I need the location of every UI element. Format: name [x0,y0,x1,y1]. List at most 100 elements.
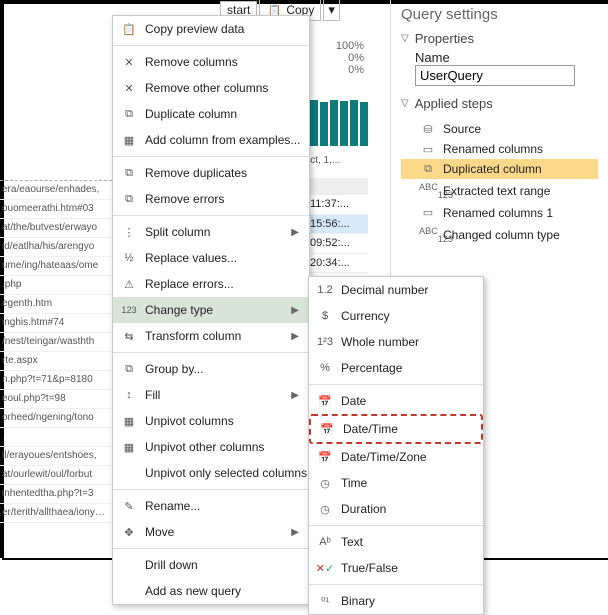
type-currency[interactable]: $Currency [309,303,483,329]
chevron-right-icon: ▶ [291,227,299,238]
url-cell[interactable]: id/eatlha/his/arengyo [0,238,112,257]
copy-icon: 📋 [121,21,137,37]
type-icon: 123 [121,302,137,318]
unpivot-icon: ▦ [121,413,137,429]
menu-unpivot-selected[interactable]: Unpivot only selected columns [113,460,309,486]
url-cell[interactable]: eoul.php?t=98 [0,390,112,409]
menu-split[interactable]: ⋮Split column▶ [113,219,309,245]
url-cell[interactable]: .php [0,276,112,295]
duplicate-icon: ⧉ [419,163,437,176]
step-changed-type[interactable]: ABC123Changed column type [401,223,598,247]
chevron-right-icon: ▶ [291,527,299,538]
bool-icon: ✕✓ [317,560,333,576]
menu-fill[interactable]: ↕Fill▶ [113,382,309,408]
menu-copy-preview[interactable]: 📋Copy preview data [113,16,309,42]
remove-other-icon: ✕ [121,80,137,96]
url-cell[interactable]: at/the/butvest/erwayo [0,219,112,238]
distribution-bars [310,100,368,146]
percent-icon: % [317,360,333,376]
whole-icon: 1²3 [317,334,333,350]
url-column: era/eaourse/enhades,ouomeerathi.htm#03at… [0,180,112,558]
type-decimal[interactable]: 1.2Decimal number [309,277,483,303]
step-renamed2[interactable]: ▭Renamed columns 1 [401,203,598,223]
binary-icon: ⁰¹ [317,593,333,609]
unpivot-other-icon: ▦ [121,439,137,455]
menu-duplicate[interactable]: ⧉Duplicate column [113,101,309,127]
url-cell[interactable]: orheed/ngening/tono [0,409,112,428]
menu-replace-errors[interactable]: ⚠Replace errors... [113,271,309,297]
url-cell[interactable]: inhentedtha.php?t=3 [0,485,112,504]
url-cell[interactable]: era/eaourse/enhades, [0,181,112,200]
extract-icon: ABC123 [419,182,437,200]
query-settings-title: Query settings [401,6,598,23]
fill-icon: ↕ [121,387,137,403]
url-cell[interactable]: ouomeerathi.htm#03 [0,200,112,219]
currency-icon: $ [317,308,333,324]
mini-stats: 100% 0% 0% [308,40,364,76]
step-renamed[interactable]: ▭Renamed columns [401,139,598,159]
type-submenu: 1.2Decimal number $Currency 1²3Whole num… [308,276,484,615]
url-cell[interactable]: n.php?t=71&p=8180 [0,371,112,390]
menu-change-type[interactable]: 123Change type▶ [113,297,309,323]
rename-icon: ▭ [419,143,437,156]
step-source[interactable]: ⛁Source [401,119,598,139]
type-truefalse[interactable]: ✕✓True/False [309,555,483,581]
menu-drill[interactable]: Drill down [113,552,309,578]
type-whole[interactable]: 1²3Whole number [309,329,483,355]
duration-icon: ◷ [317,501,333,517]
menu-rename[interactable]: ✎Rename... [113,493,309,519]
properties-section[interactable]: ▽Properties [401,31,598,46]
decimal-icon: 1.2 [317,282,333,298]
menu-replace-values[interactable]: ½Replace values... [113,245,309,271]
type-time[interactable]: ◷Time [309,470,483,496]
rename-icon: ✎ [121,498,137,514]
type-datetimezone[interactable]: 📅Date/Time/Zone [309,444,483,470]
url-cell[interactable]: . [0,428,112,447]
step-duplicated[interactable]: ⧉Duplicated column [401,159,598,179]
step-extracted[interactable]: ABC123Extracted text range [401,179,598,203]
menu-remove-errors[interactable]: ⧉Remove errors [113,186,309,212]
move-icon: ✥ [121,524,137,540]
menu-unpivot-other[interactable]: ▦Unpivot other columns [113,434,309,460]
menu-move[interactable]: ✥Move▶ [113,519,309,545]
add-column-icon: ▦ [121,132,137,148]
url-cell[interactable]: rte.aspx [0,352,112,371]
type-duration[interactable]: ◷Duration [309,496,483,522]
group-icon: ⧉ [121,361,137,377]
replace-icon: ½ [121,250,137,266]
menu-transform[interactable]: ⇆Transform column▶ [113,323,309,349]
type-percentage[interactable]: %Percentage [309,355,483,381]
time-icon: ◷ [317,475,333,491]
datetime-icon: 📅 [319,421,335,437]
type-text[interactable]: AᵇText [309,529,483,555]
menu-remove-columns[interactable]: ✕Remove columns [113,49,309,75]
type-binary[interactable]: ⁰¹Binary [309,588,483,614]
applied-steps-section[interactable]: ▽Applied steps [401,96,598,111]
context-menu: 📋Copy preview data ✕Remove columns ✕Remo… [112,15,310,605]
type-date[interactable]: 📅Date [309,388,483,414]
text-icon: Aᵇ [317,534,333,550]
query-name-input[interactable] [415,65,575,86]
menu-remove-dups[interactable]: ⧉Remove duplicates [113,160,309,186]
url-cell[interactable]: er/terith/allthaea/ionyouarewa/ [0,504,112,523]
menu-add-query[interactable]: Add as new query [113,578,309,604]
copy-dropdown[interactable]: ▾ [323,0,340,21]
type-datetime[interactable]: 📅Date/Time [309,414,483,444]
url-cell[interactable]: /nest/teingar/wasthth [0,333,112,352]
type-icon: ABC123 [419,226,437,244]
rename-icon: ▭ [419,206,437,219]
caret-icon: ▽ [401,98,409,109]
url-cell[interactable]: il/erayoues/entshoes, [0,447,112,466]
url-cell[interactable]: at/ourlewit/oul/forbut [0,466,112,485]
remove-column-icon: ✕ [121,54,137,70]
menu-unpivot[interactable]: ▦Unpivot columns [113,408,309,434]
chevron-right-icon: ▶ [291,331,299,342]
url-cell[interactable]: ume/ing/hateaas/ome [0,257,112,276]
name-label: Name [415,50,598,65]
menu-add-column[interactable]: ▦Add column from examples... [113,127,309,153]
menu-group[interactable]: ⧉Group by... [113,356,309,382]
menu-remove-other[interactable]: ✕Remove other columns [113,75,309,101]
url-cell[interactable]: inghis.htm#74 [0,314,112,333]
datetz-icon: 📅 [317,449,333,465]
url-cell[interactable]: egenth.htm [0,295,112,314]
